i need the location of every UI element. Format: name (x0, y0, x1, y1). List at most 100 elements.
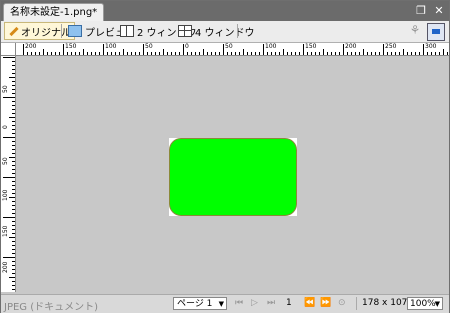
four-window-view-label: 4 ウィンドウ (195, 27, 255, 39)
ruler-tick (12, 145, 15, 146)
zoom-select[interactable]: 100% ▼ (407, 297, 443, 310)
ruler-tick (9, 157, 15, 158)
vertical-ruler[interactable]: 50 0 50 100 150 200 (1, 43, 16, 292)
ruler-label: 150 (65, 43, 77, 50)
ruler-tick (3, 217, 15, 218)
ruler-tick (307, 52, 308, 55)
horizontal-ruler[interactable]: 20015010050050100150200250300350400450 (15, 43, 449, 56)
ruler-tick (439, 52, 440, 55)
ruler-tick (12, 169, 15, 170)
ruler-tick (435, 52, 436, 55)
ruler-tick (47, 52, 48, 55)
ruler-tick (3, 57, 15, 58)
ruler-label: 100 (2, 189, 9, 201)
ruler-tick (315, 52, 316, 55)
ruler-tick (143, 44, 144, 55)
ruler-tick (167, 52, 168, 55)
ruler-tick (27, 52, 28, 55)
ruler-tick (12, 181, 15, 182)
ruler-tick (12, 233, 15, 234)
ruler-tick (215, 52, 216, 55)
four-window-view-button[interactable]: 4 ウィンドウ (175, 23, 258, 39)
ruler-tick (12, 173, 15, 174)
ruler-tick (267, 52, 268, 55)
pencil-icon (8, 26, 18, 36)
ruler-tick (12, 189, 15, 190)
preview-icon (68, 25, 82, 37)
document-type-text: JPEG (ドキュメント) (4, 302, 99, 313)
ruler-tick (195, 52, 196, 55)
play-icon[interactable]: ▷ (251, 298, 258, 308)
ruler-tick (367, 52, 368, 55)
ruler-tick (263, 44, 264, 55)
image-area[interactable] (169, 138, 297, 216)
ruler-label: 0 (185, 43, 189, 50)
ruler-tick (12, 121, 15, 122)
ruler-tick (175, 52, 176, 55)
last-page-icon[interactable]: ⏭ (267, 298, 275, 308)
ruler-tick (59, 52, 60, 55)
ruler-label: 0 (2, 125, 9, 129)
ruler-tick (199, 52, 200, 55)
edit-in-browser-icon[interactable] (427, 23, 445, 41)
ruler-tick (395, 52, 396, 55)
window-controls: ❐ ✕ (415, 4, 445, 18)
ruler-tick (443, 49, 444, 55)
ruler-tick (235, 52, 236, 55)
ruler-label: 150 (2, 225, 9, 237)
ruler-tick (155, 52, 156, 55)
ruler-tick (227, 52, 228, 55)
ruler-tick (12, 229, 15, 230)
ruler-tick (3, 137, 15, 138)
ruler-tick (187, 52, 188, 55)
ruler-tick (91, 52, 92, 55)
ruler-tick (383, 44, 384, 55)
ruler-tick (123, 49, 124, 55)
ruler-tick (323, 49, 324, 55)
loop-icon[interactable]: ⊙ (338, 298, 346, 308)
ruler-tick (9, 237, 15, 238)
ruler-tick (55, 52, 56, 55)
ruler-tick (12, 65, 15, 66)
ruler-tick (399, 52, 400, 55)
ruler-tick (363, 49, 364, 55)
ruler-tick (355, 52, 356, 55)
ruler-tick (12, 149, 15, 150)
ruler-tick (9, 117, 15, 118)
document-canvas[interactable] (16, 56, 449, 292)
ruler-tick (291, 52, 292, 55)
restore-icon[interactable]: ❐ (415, 4, 427, 18)
document-tab[interactable]: 名称未設定-1.png* (3, 3, 105, 22)
ruler-tick (12, 161, 15, 162)
first-page-icon[interactable]: ⏮ (235, 298, 243, 308)
ruler-tick (12, 85, 15, 86)
ruler-tick (12, 241, 15, 242)
ruler-tick (115, 52, 116, 55)
green-rounded-rectangle[interactable] (169, 138, 297, 216)
ruler-tick (39, 52, 40, 55)
ruler-tick (12, 265, 15, 266)
ruler-tick (295, 52, 296, 55)
page-select[interactable]: ページ 1 ▼ (173, 297, 227, 310)
ruler-tick (415, 52, 416, 55)
next-frame-icon[interactable]: ⏩ (320, 298, 331, 308)
ruler-tick (347, 52, 348, 55)
ruler-tick (12, 249, 15, 250)
previous-frame-icon[interactable]: ⏪ (304, 298, 315, 308)
ruler-tick (3, 97, 15, 98)
ruler-tick (183, 44, 184, 55)
ruler-tick (299, 52, 300, 55)
ruler-tick (271, 52, 272, 55)
ruler-tick (3, 257, 15, 258)
ruler-tick (12, 289, 15, 290)
ruler-label: 50 (145, 43, 153, 50)
ruler-tick (319, 52, 320, 55)
ruler-tick (12, 269, 15, 270)
disabled-tool-icon[interactable]: ⚘ (407, 23, 423, 39)
close-icon[interactable]: ✕ (433, 4, 445, 18)
ruler-tick (12, 129, 15, 130)
ruler-label: 100 (105, 43, 117, 50)
ruler-label: 300 (425, 43, 437, 50)
ruler-tick (9, 277, 15, 278)
ruler-tick (159, 52, 160, 55)
